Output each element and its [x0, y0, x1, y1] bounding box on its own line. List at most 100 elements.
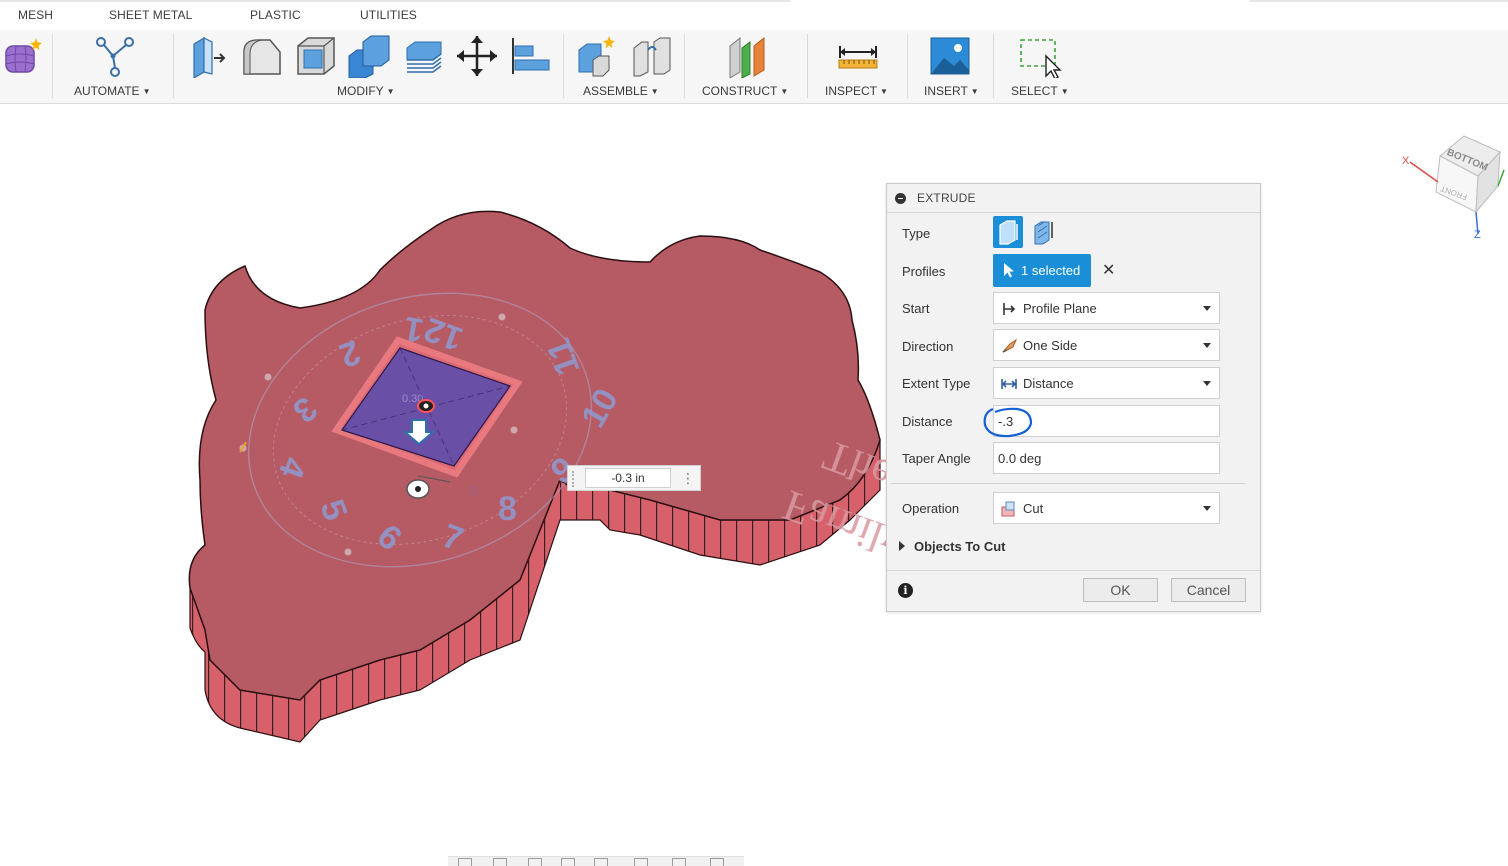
automate-icon[interactable]: [93, 34, 137, 78]
extent-type-select[interactable]: Distance: [993, 367, 1220, 399]
shell-icon[interactable]: [294, 34, 338, 78]
toolbar-separator: [993, 34, 994, 98]
distance-manipulator[interactable]: ⋮: [567, 465, 701, 491]
insert-canvas-icon[interactable]: [928, 34, 972, 78]
modify-menu[interactable]: MODIFY ▼: [337, 84, 395, 98]
fillet-icon[interactable]: [240, 34, 284, 78]
caret-icon: ▼: [650, 87, 659, 96]
navigation-bar[interactable]: [448, 856, 744, 866]
extent-type-label: Extent Type: [902, 376, 971, 391]
select-menu[interactable]: SELECT ▼: [1011, 84, 1069, 98]
automate-menu[interactable]: AUTOMATE ▼: [74, 84, 150, 98]
drag-grip-icon[interactable]: [572, 471, 578, 487]
annotation-circle: [983, 407, 1033, 438]
new-component-icon[interactable]: [575, 34, 619, 78]
toolbar-separator: [52, 34, 53, 98]
operation-select[interactable]: Cut: [993, 492, 1220, 524]
caret-icon: ▼: [386, 87, 395, 96]
cut-icon: [1001, 501, 1015, 517]
assemble-menu[interactable]: ASSEMBLE ▼: [583, 84, 659, 98]
ribbon-toolbar: AUTOMATE ▼ MODIFY ▼ ASSEMBLE ▼ CONSTRUCT…: [0, 30, 1508, 104]
start-value: Profile Plane: [1023, 301, 1097, 316]
type-label: Type: [902, 226, 931, 241]
objects-to-cut-expander[interactable]: Objects To Cut: [899, 539, 1005, 554]
create-form-icon[interactable]: [0, 34, 44, 78]
caret-icon: ▼: [780, 87, 789, 96]
caret-icon: ▼: [1060, 87, 1069, 96]
dialog-header: EXTRUDE: [887, 184, 1260, 213]
construct-menu[interactable]: CONSTRUCT ▼: [702, 84, 788, 98]
caret-icon: ▼: [142, 87, 151, 96]
distance-manipulator-input[interactable]: [585, 468, 671, 488]
profiles-selection-button[interactable]: 1 selected: [993, 254, 1091, 287]
profiles-value: 1 selected: [1021, 263, 1081, 278]
tab-mesh[interactable]: MESH: [18, 8, 53, 22]
offset-face-icon[interactable]: [401, 34, 445, 78]
window-select-icon[interactable]: [1018, 34, 1062, 78]
tab-plastic[interactable]: PLASTIC: [250, 8, 301, 22]
design-canvas[interactable]: 12 1 2 3 4 5 6 7 8 9 10 11 The Lee Famil…: [0, 105, 1508, 866]
dialog-divider: [891, 483, 1245, 484]
tab-underline-right: [1250, 0, 1508, 2]
start-select[interactable]: Profile Plane: [993, 292, 1220, 324]
taper-angle-field[interactable]: [993, 442, 1220, 474]
viewports-icon[interactable]: [710, 858, 724, 866]
tab-utilities[interactable]: UTILITIES: [360, 8, 417, 22]
press-pull-icon[interactable]: [186, 34, 230, 78]
distance-label: Distance: [902, 414, 953, 429]
assemble-label: ASSEMBLE: [583, 84, 648, 98]
operation-label: Operation: [902, 501, 960, 516]
toolbar-separator: [684, 34, 685, 98]
display-settings-icon[interactable]: [634, 858, 648, 866]
distance-icon: [1001, 379, 1017, 389]
toolbar-separator: [807, 34, 808, 98]
info-icon[interactable]: i: [898, 583, 913, 598]
type-solid-button[interactable]: [993, 216, 1023, 248]
ok-button[interactable]: OK: [1083, 578, 1158, 602]
dropdown-arrow-icon: [1203, 306, 1211, 311]
automate-label: AUTOMATE: [74, 84, 140, 98]
select-label: SELECT: [1011, 84, 1058, 98]
grid-settings-icon[interactable]: [672, 858, 686, 866]
zoom-icon[interactable]: [561, 858, 575, 866]
viewcube[interactable]: BOTTOM FRONT X Z: [1400, 130, 1508, 240]
model-body[interactable]: 12 1 2 3 4 5 6 7 8 9 10 11 The Lee Famil…: [0, 105, 1508, 866]
look-at-icon[interactable]: [493, 858, 507, 866]
more-options-icon[interactable]: ⋮: [681, 468, 695, 488]
direction-value: One Side: [1023, 338, 1078, 353]
orbit-icon[interactable]: [458, 858, 472, 866]
move-icon[interactable]: [455, 34, 499, 78]
body-top-face: [188, 210, 881, 701]
insert-menu[interactable]: INSERT ▼: [924, 84, 979, 98]
type-thin-button[interactable]: [1029, 216, 1059, 248]
toolbar-separator: [563, 34, 564, 98]
profile-plane-icon: [1003, 303, 1016, 315]
offset-plane-icon[interactable]: [724, 34, 768, 78]
align-icon[interactable]: [509, 34, 553, 78]
modify-label: MODIFY: [337, 84, 384, 98]
toolbar-separator: [907, 34, 908, 98]
fit-icon[interactable]: [594, 858, 608, 866]
tab-sheet-metal[interactable]: SHEET METAL: [109, 8, 192, 22]
start-label: Start: [902, 301, 930, 316]
axis-x-label: X: [1402, 155, 1410, 167]
cursor-arrow-icon: [1004, 263, 1014, 278]
measure-icon[interactable]: [836, 34, 880, 78]
collapse-icon[interactable]: [895, 193, 906, 204]
dialog-footer: i OK Cancel: [887, 570, 1260, 611]
direction-select[interactable]: One Side: [993, 329, 1220, 361]
combine-icon[interactable]: [347, 34, 391, 78]
cancel-button[interactable]: Cancel: [1171, 578, 1246, 602]
taper-angle-input[interactable]: [998, 449, 1208, 467]
extrude-thin-icon: [1034, 221, 1053, 245]
extrude-solid-icon: [999, 220, 1018, 245]
clear-selection-icon[interactable]: ✕: [1102, 260, 1115, 280]
caret-icon: ▼: [970, 87, 979, 96]
inspect-menu[interactable]: INSPECT ▼: [825, 84, 888, 98]
insert-label: INSERT: [924, 84, 968, 98]
caret-icon: ▼: [880, 87, 888, 96]
dropdown-arrow-icon: [1203, 506, 1211, 511]
axis-z-label: Z: [1474, 229, 1481, 240]
joint-icon[interactable]: [630, 34, 674, 78]
pan-icon[interactable]: [528, 858, 542, 866]
